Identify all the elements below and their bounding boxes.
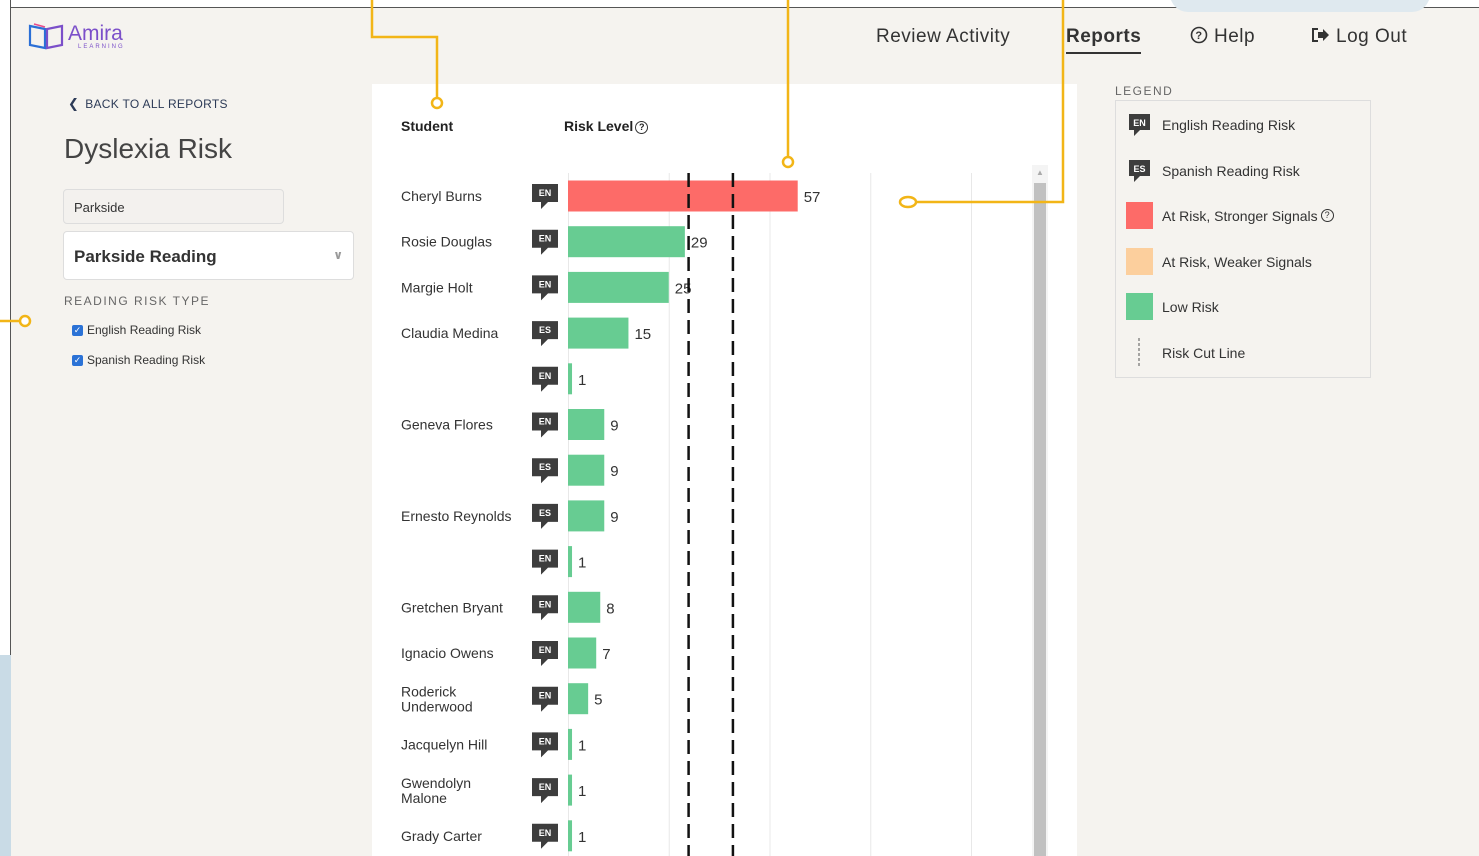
cut-line-swatch <box>1138 338 1140 368</box>
risk-bar[interactable] <box>568 546 573 578</box>
risk-bar[interactable] <box>568 683 589 715</box>
student-name[interactable]: Cheryl Burns <box>401 188 482 204</box>
svg-text:EN: EN <box>539 234 552 244</box>
legend-item-at-risk-weaker: At Risk, Weaker Signals <box>1126 248 1312 275</box>
student-name[interactable]: Ignacio Owens <box>401 645 494 661</box>
legend-label: At Risk, Stronger Signals <box>1162 207 1318 224</box>
speech-bubble-en-icon: EN <box>532 229 558 255</box>
speech-bubble-en-icon: EN <box>1129 114 1150 136</box>
svg-text:EN: EN <box>539 645 552 655</box>
risk-value-label: 7 <box>602 646 610 663</box>
risk-value-label: 9 <box>610 418 618 435</box>
risk-value-label: 1 <box>578 372 586 389</box>
risk-bar[interactable] <box>568 820 573 852</box>
student-name[interactable]: Claudia Medina <box>401 325 498 341</box>
svg-text:EN: EN <box>539 554 552 564</box>
svg-text:ES: ES <box>1133 164 1145 174</box>
scroll-up-arrow-icon[interactable]: ▲ <box>1032 165 1048 181</box>
risk-value-label: 8 <box>606 600 614 617</box>
speech-bubble-en-icon: EN <box>532 732 558 758</box>
speech-bubble-en-icon: EN <box>532 275 558 301</box>
svg-text:EN: EN <box>539 828 552 838</box>
risk-value-label: 57 <box>804 189 821 206</box>
legend-item-spanish: ES Spanish Reading Risk <box>1126 157 1300 184</box>
risk-bar[interactable] <box>568 409 605 440</box>
legend-item-low-risk: Low Risk <box>1126 293 1219 320</box>
student-name[interactable]: Grady Carter <box>401 828 482 844</box>
swatch-at-risk-weaker <box>1126 248 1153 275</box>
student-name[interactable]: Roderick Underwood <box>401 684 473 715</box>
speech-bubble-en-icon: EN <box>532 823 558 849</box>
risk-value-label: 1 <box>578 555 586 572</box>
svg-text:ES: ES <box>539 508 551 518</box>
svg-text:EN: EN <box>1133 118 1146 128</box>
legend-label: Spanish Reading Risk <box>1162 162 1300 179</box>
speech-bubble-en-icon: EN <box>532 778 558 804</box>
svg-text:EN: EN <box>539 599 552 609</box>
speech-bubble-es-icon: ES <box>532 458 558 484</box>
risk-bar[interactable] <box>568 774 573 806</box>
speech-bubble-es-icon: ES <box>532 321 558 347</box>
speech-bubble-es-icon: ES <box>1129 160 1150 182</box>
risk-bar[interactable] <box>568 180 798 212</box>
student-name[interactable]: Ernesto Reynolds <box>401 508 512 524</box>
risk-value-label: 15 <box>634 326 651 343</box>
risk-bar[interactable] <box>568 271 669 303</box>
speech-bubble-en-icon: EN <box>532 595 558 621</box>
svg-text:EN: EN <box>539 691 552 701</box>
legend-label: Risk Cut Line <box>1162 345 1246 361</box>
svg-text:ES: ES <box>539 325 551 335</box>
student-name[interactable]: Gretchen Bryant <box>401 599 503 615</box>
risk-bar[interactable] <box>568 363 573 395</box>
svg-text:EN: EN <box>539 782 552 792</box>
svg-text:EN: EN <box>539 371 552 381</box>
svg-text:EN: EN <box>539 188 552 198</box>
legend-label: Low Risk <box>1162 298 1219 315</box>
legend-item-english: EN English Reading Risk <box>1126 111 1295 138</box>
student-name[interactable]: Geneva Flores <box>401 417 493 433</box>
svg-text:EN: EN <box>539 736 552 746</box>
speech-bubble-en-icon: EN <box>532 412 558 438</box>
risk-bar[interactable] <box>568 637 597 669</box>
risk-value-label: 5 <box>594 692 602 709</box>
risk-bar[interactable] <box>568 728 573 760</box>
svg-text:EN: EN <box>539 417 552 427</box>
risk-value-label: 9 <box>610 463 618 480</box>
svg-text:ES: ES <box>539 462 551 472</box>
chart-scrollbar[interactable]: ▲ <box>1032 165 1048 856</box>
legend-title: LEGEND <box>1115 84 1174 98</box>
help-circle-icon[interactable]: ? <box>1320 209 1334 222</box>
speech-bubble-en-icon: EN <box>532 549 558 575</box>
legend-item-at-risk-stronger: At Risk, Stronger Signals? <box>1126 202 1334 229</box>
risk-value-label: 1 <box>578 783 586 800</box>
student-name[interactable]: Gwendolyn Malone <box>401 775 471 806</box>
speech-bubble-es-icon: ES <box>532 503 558 529</box>
svg-text:EN: EN <box>539 279 552 289</box>
speech-bubble-en-icon: EN <box>532 641 558 666</box>
student-name[interactable]: Rosie Douglas <box>401 234 492 250</box>
speech-bubble-en-icon: EN <box>532 686 558 712</box>
risk-value-label: 1 <box>578 829 586 846</box>
student-name[interactable]: Margie Holt <box>401 279 473 295</box>
risk-bar[interactable] <box>568 500 605 532</box>
risk-value-label: 29 <box>691 235 708 252</box>
risk-bar[interactable] <box>568 226 685 258</box>
legend-box: EN English Reading Risk ES Spanish Readi… <box>1115 100 1371 378</box>
student-name[interactable]: Jacquelyn Hill <box>401 736 487 752</box>
legend-label: At Risk, Weaker Signals <box>1162 253 1312 270</box>
risk-bar[interactable] <box>568 317 629 349</box>
legend-item-cut-line: Risk Cut Line <box>1126 338 1245 368</box>
risk-value-label: 9 <box>610 509 618 526</box>
speech-bubble-en-icon: EN <box>532 184 558 209</box>
legend-label: English Reading Risk <box>1162 116 1296 133</box>
risk-value-label: 1 <box>578 737 586 754</box>
speech-bubble-en-icon: EN <box>532 366 558 392</box>
swatch-at-risk-stronger <box>1126 202 1153 229</box>
risk-bar[interactable] <box>568 454 605 486</box>
scrollbar-thumb[interactable] <box>1034 183 1046 856</box>
swatch-low-risk <box>1126 293 1153 320</box>
risk-bar[interactable] <box>568 591 601 623</box>
